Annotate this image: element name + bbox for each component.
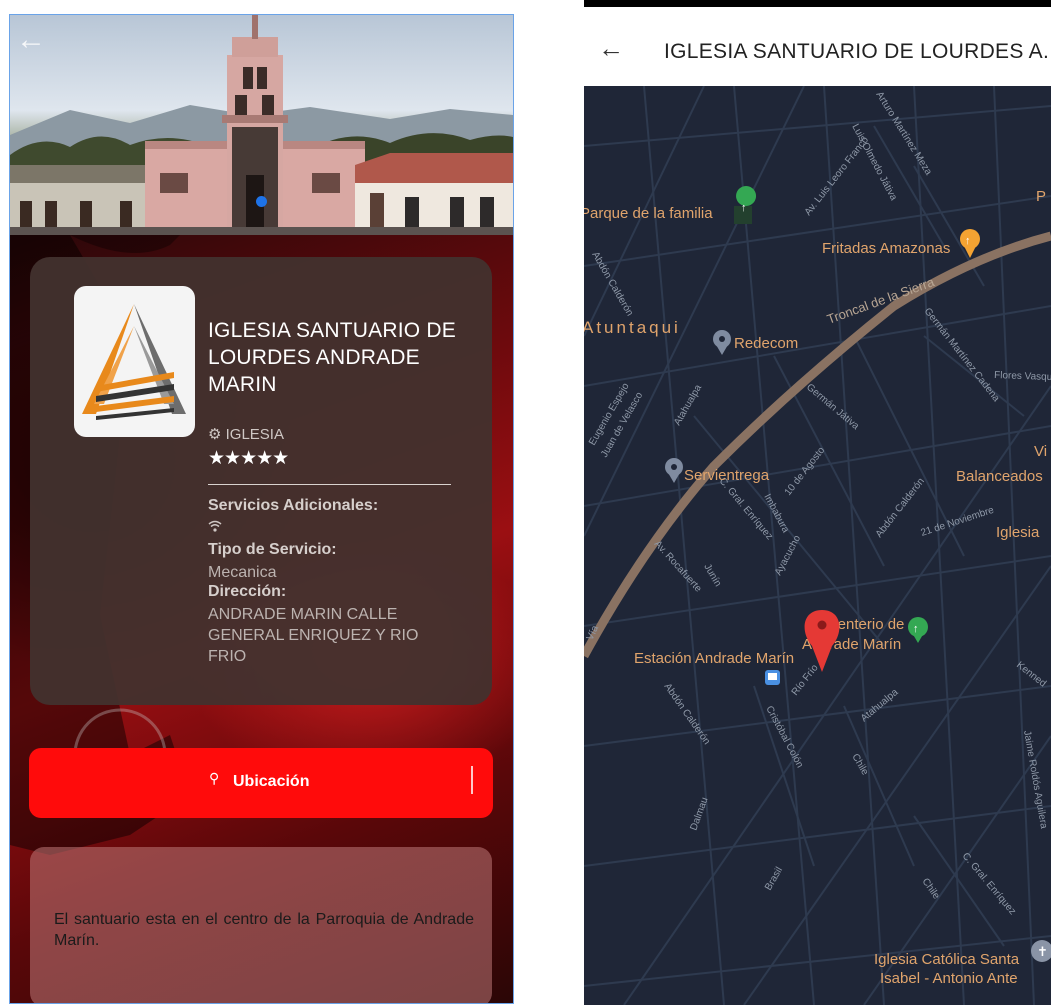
street-rocafuerte: Av. Rocafuerte <box>652 539 704 595</box>
street-enriquez2: C. Gral. Enríquez <box>960 851 1018 917</box>
location-pin-icon <box>713 330 731 355</box>
hero-divider <box>10 227 513 235</box>
restaurant-pin-icon: ↑ <box>960 229 980 258</box>
church-pin-icon: ✝ <box>1031 940 1051 962</box>
place-iglesia-partial: Iglesia <box>996 524 1040 541</box>
place-parque: Parque de la familia <box>584 205 713 222</box>
arrow-left-icon[interactable]: ← <box>16 25 50 59</box>
street-junin: Junín <box>701 562 723 589</box>
app-bar: ← IGLESIA SANTUARIO DE LOURDES A... <box>584 7 1051 86</box>
detail-screen: ← IGLESIA SANTUARIO DE LOURDES ANDRADE M… <box>9 14 514 1004</box>
street-riofrio: Río Frío <box>790 662 821 698</box>
place-redecom: Redecom <box>734 335 798 352</box>
place-santa-isabel-2: Isabel - Antonio Ante <box>880 970 1018 987</box>
category-label: IGLESIA <box>225 426 284 443</box>
place-info-card: IGLESIA SANTUARIO DE LOURDES ANDRADE MAR… <box>30 257 492 705</box>
street-ayacucho: Ayacucho <box>773 533 803 577</box>
street-colon: Cristóbal Colón <box>763 704 805 770</box>
wifi-icon <box>208 519 222 535</box>
street-brasil: Brasil <box>763 865 785 892</box>
service-type-label: Tipo de Servicio: <box>208 541 337 558</box>
place-p-partial: P <box>1036 188 1046 205</box>
gear-icon: ⚙ <box>208 426 222 443</box>
street-flores: Flores Vasquez <box>994 370 1051 383</box>
location-button-label: Ubicación <box>233 773 310 790</box>
street-german-j: Germán Játiva <box>804 382 861 433</box>
status-bar <box>584 0 1051 7</box>
place-estacion: Estación Andrade Marín <box>634 650 794 667</box>
service-type-value: Mecanica <box>208 564 277 581</box>
street-enriquez1: C. Gral. Enríquez <box>717 476 775 542</box>
services-label: Servicios Adicionales: <box>208 497 379 514</box>
carousel-indicator[interactable] <box>256 196 267 207</box>
star-rating: ★★★★★ <box>208 448 289 469</box>
street-abdon2: Abdón Calderón <box>874 476 927 540</box>
place-santa-isabel-1: Iglesia Católica Santa <box>874 951 1020 968</box>
place-balanceados: Balanceados <box>956 468 1043 485</box>
svg-text:✝: ✝ <box>1037 944 1048 959</box>
button-divider <box>471 766 473 794</box>
street-noviembre: 21 de Noviembre <box>920 505 996 539</box>
bus-stop-icon <box>765 670 780 685</box>
company-logo <box>74 286 195 437</box>
svg-text:↑: ↑ <box>913 623 919 635</box>
place-fritadas: Fritadas Amazonas <box>822 240 950 257</box>
map-title: IGLESIA SANTUARIO DE LOURDES A... <box>664 40 1051 63</box>
pin-icon: ⚲ <box>209 770 220 786</box>
tree-pin-icon: ↑ <box>908 617 928 643</box>
street-atahualpa1: Atahualpa <box>672 383 704 428</box>
location-button[interactable]: ⚲ Ubicación <box>29 748 493 818</box>
category-row: ⚙ IGLESIA <box>208 425 284 443</box>
selected-location-marker <box>804 610 840 672</box>
place-atuntaqui: Atuntaqui <box>584 318 681 337</box>
map-canvas: Av. Luis Leoro Franco Arturo Martínez Me… <box>584 86 1051 1005</box>
divider <box>208 484 451 485</box>
svg-text:↑: ↑ <box>965 235 971 247</box>
address-value: ANDRADE MARIN CALLE GENERAL ENRIQUEZ Y R… <box>208 606 419 665</box>
street-abdon3: Abdón Calderón <box>662 681 712 747</box>
arrow-left-icon[interactable]: ← <box>598 35 624 61</box>
description-card: El santuario esta en el centro de la Par… <box>30 847 492 1003</box>
map-view[interactable]: Av. Luis Leoro Franco Arturo Martínez Me… <box>584 86 1051 1005</box>
place-vi-partial: Vi <box>1034 443 1047 460</box>
location-pin-icon <box>665 458 683 483</box>
hero-photo[interactable]: ← <box>10 15 513 227</box>
street-olmedo: Luis Olmedo Játiva <box>849 122 899 203</box>
pyramid-logo-icon <box>82 304 186 420</box>
svg-text:↑: ↑ <box>741 202 747 214</box>
address-label: Dirección: <box>208 583 287 600</box>
map-screen: ← IGLESIA SANTUARIO DE LOURDES A... Av. … <box>584 0 1051 1005</box>
place-title: IGLESIA SANTUARIO DE LOURDES ANDRADE MAR… <box>208 319 456 396</box>
description-text: El santuario esta en el centro de la Par… <box>54 911 474 949</box>
place-servientrega: Servientrega <box>684 467 770 484</box>
